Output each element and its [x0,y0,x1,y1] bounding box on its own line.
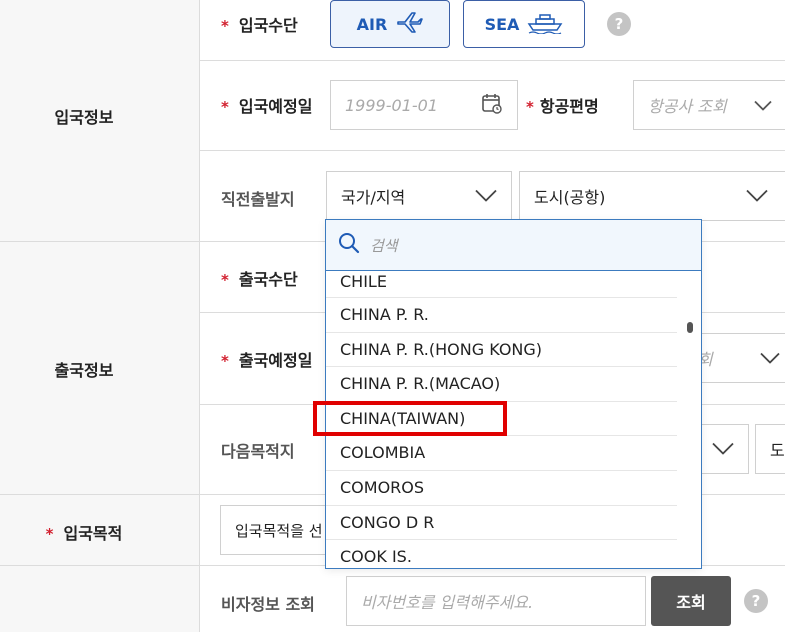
list-item[interactable]: COLOMBIA [326,436,677,471]
section-title-purpose: * 입국목적 [0,520,184,544]
next-dest-city-value: 도시 [770,441,785,460]
departure-transport-text: 출국수단 [238,270,298,289]
visa-number-placeholder: 비자번호를 입력해주세요. [361,593,534,612]
list-item[interactable]: CHILE [326,271,677,298]
visa-search-button[interactable]: 조회 [651,576,731,626]
chevron-down-icon [475,187,497,206]
list-item[interactable]: COOK IS. [326,540,677,568]
next-dest-city-select[interactable]: 도시 [755,424,785,474]
flight-number-select[interactable]: 항공사 조회 [633,80,785,130]
list-item[interactable]: CHINA P. R. [326,298,677,333]
list-item[interactable]: CONGO D R [326,506,677,541]
arrival-transport-label: * 입국수단 [221,12,298,36]
air-label: AIR [356,14,388,34]
required-mark: * [221,271,229,289]
chevron-down-icon [754,96,772,115]
list-item[interactable]: COMOROS [326,471,677,506]
required-mark: * [221,17,229,35]
origin-city-value: 도시(공항) [534,188,606,207]
required-mark: * [45,525,54,543]
help-icon[interactable]: ? [744,589,768,613]
dropdown-search-placeholder: 검색 [370,236,398,255]
arrival-transport-text: 입국수단 [238,16,298,35]
list-item-highlighted[interactable]: CHINA(TAIWAN) [326,402,677,437]
country-list: CHILE CHINA P. R. CHINA P. R.(HONG KONG)… [326,271,701,568]
divider [200,150,785,151]
list-item[interactable]: CHINA P. R.(MACAO) [326,367,677,402]
visa-label: 비자정보 조회 [221,595,315,614]
calendar-icon[interactable] [481,92,503,118]
chevron-down-icon [712,440,734,459]
list-item[interactable]: CHINA P. R.(HONG KONG) [326,333,677,368]
origin-label: 직전출발지 [221,190,295,209]
search-icon [338,232,360,258]
divider [200,60,785,61]
arrival-date-input[interactable]: 1999-01-01 [330,80,518,130]
origin-country-select[interactable]: 국가/지역 [326,171,512,221]
flight-number-label: * 항공편명 [526,93,599,117]
departure-date-text: 출국예정일 [238,351,313,370]
required-mark: * [221,352,229,370]
purpose-label: 입국목적 [63,524,123,543]
air-transport-button[interactable]: AIR [330,0,450,48]
visa-number-input[interactable]: 비자번호를 입력해주세요. [346,576,646,626]
arrival-date-placeholder: 1999-01-01 [345,95,438,115]
arrival-date-label: * 입국예정일 [221,93,312,117]
section-title-arrival: 입국정보 [54,108,114,127]
dropdown-scrollbar-thumb[interactable] [687,322,693,333]
sea-transport-button[interactable]: SEA [463,0,585,48]
section-title-departure: 출국정보 [54,361,114,380]
required-mark: * [221,98,229,116]
departure-transport-label: * 출국수단 [221,266,298,290]
origin-city-select[interactable]: 도시(공항) [519,171,785,221]
flight-number-placeholder: 항공사 조회 [648,97,727,116]
flight-number-text: 항공편명 [539,97,599,116]
origin-country-value: 국가/지역 [341,188,406,207]
ship-icon [527,10,563,38]
purpose-select-value: 입국목적을 선 [235,521,323,540]
dropdown-search-field[interactable]: 검색 [326,220,701,271]
plane-icon [395,10,424,38]
next-destination-label: 다음목적지 [221,442,295,461]
sea-label: SEA [484,14,520,34]
chevron-down-icon [760,349,780,368]
arrival-date-text: 입국예정일 [238,97,313,116]
required-mark: * [526,98,534,116]
help-icon[interactable]: ? [607,12,631,36]
departure-date-label: * 출국예정일 [221,347,312,371]
chevron-down-icon [746,187,768,206]
country-dropdown[interactable]: 검색 CHILE CHINA P. R. CHINA P. R.(HONG KO… [325,219,702,569]
